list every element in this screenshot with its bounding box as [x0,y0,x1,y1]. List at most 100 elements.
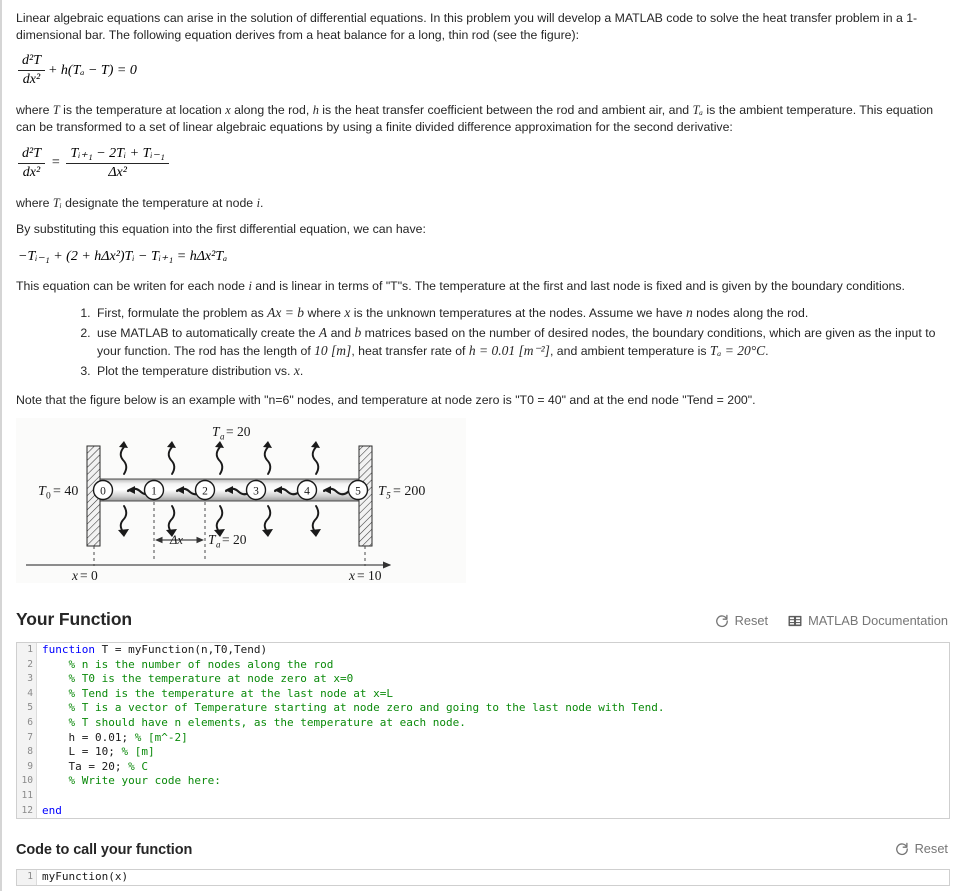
your-function-line-content[interactable]: % T0 is the temperature at node zero at … [37,672,949,687]
p2-symbol-T: T [52,103,60,117]
call-function-line-number: 1 [17,870,37,885]
your-function-code-line: 2 % n is the number of nodes along the r… [17,657,949,673]
equation-finite-difference: d²T dx² = Tᵢ₊₁ − 2Tᵢ + Tᵢ₋₁ Δx² [18,145,948,181]
your-function-code-line: 1 function T = myFunction(n,T0,Tend) [17,643,949,658]
figure-note: Note that the figure below is an example… [16,393,756,407]
your-function-line-content[interactable]: function T = myFunction(n,T0,Tend) [37,643,949,658]
your-function-line-number: 9 [17,759,37,775]
equation-2-lhs-denominator: dx² [22,164,41,180]
your-function-code-line: 3 % T0 is the temperature at node zero a… [17,672,949,687]
task-step-2-part-1: use MATLAB to automatically create the [97,326,319,340]
your-function-line-content[interactable]: % Tend is the temperature at the last no… [37,687,949,702]
equation-2-rhs-numerator: Tᵢ₊₁ − 2Tᵢ + Tᵢ₋₁ [66,145,169,164]
figure-node-1-label: 1 [151,486,157,498]
task-step-1: First, formulate the problem as Ax = b w… [94,304,948,322]
task-step-1-part-7: nodes along the rod. [692,306,809,320]
your-function-code-token: % T is a vector of Temperature starting … [68,701,665,715]
task-step-2-part-2: A [318,325,328,340]
equation-heat-balance: d²T dx² + h(Tₐ − T) = 0 [18,53,948,88]
problem-page: Linear algebraic equations can arise in … [2,0,962,886]
your-function-line-content[interactable]: end [37,804,949,819]
your-function-toolbar: Reset MATLAB Documentation [715,613,948,630]
your-function-code-token: % T should have n elements, as the tempe… [68,715,466,729]
p2-part-c: along the rod, [230,103,313,117]
call-function-title: Code to call your function [16,842,193,859]
your-function-line-number: 4 [17,686,37,702]
matlab-documentation-label: MATLAB Documentation [808,613,948,628]
task-step-1-part-1: First, formulate the problem as [97,306,268,320]
call-function-code-line: 1 myFunction(x) [17,870,949,885]
figure-label-ambient-top-value: = 20 [226,424,251,439]
task-step-2-part-10: Tₐ = 20°C [709,343,766,358]
p2-part-b: is the temperature at location [59,103,226,117]
p3-part-b: designate the temperature at node [61,196,257,210]
your-function-code-token: L = 10; [42,745,122,759]
call-function-reset-button[interactable]: Reset [895,841,948,856]
your-function-line-content[interactable]: % Write your code here: [37,774,949,789]
your-function-line-number: 3 [17,672,37,687]
your-function-code-token [42,687,69,700]
your-function-line-content[interactable]: h = 0.01; % [m^-2] [37,731,949,746]
call-function-code-token: myFunction(x) [42,870,129,884]
your-function-line-content[interactable]: L = 10; % [m] [37,745,949,760]
figure-node-2-label: 2 [202,486,208,498]
your-function-code-line: 10 % Write your code here: [17,774,949,789]
refresh-icon [715,614,729,628]
your-function-reset-button[interactable]: Reset [715,613,768,628]
your-function-code-token [42,701,69,714]
intro-paragraph-2: where T is the temperature at location x… [16,102,948,136]
figure-node-4-label: 4 [304,486,310,498]
matlab-documentation-link[interactable]: MATLAB Documentation [788,613,948,628]
call-function-line-content[interactable]: myFunction(x) [37,870,949,885]
figure-label-T0-sub: 0 [46,492,51,502]
figure-label-ambient-mid-sub: a [216,540,221,550]
your-function-code-token: T = myFunction(n,T0,Tend) [94,643,268,656]
figure-label-T5-value: = 200 [393,484,425,499]
equation-1-rest: + h(Tₐ − T) = 0 [47,62,137,78]
your-function-line-number: 7 [17,730,37,746]
p3-part-a: where [16,196,53,210]
your-function-code-rows: 1 function T = myFunction(n,T0,Tend) 2 % n… [17,643,949,819]
your-function-code-token: end [42,803,62,817]
your-function-reset-label: Reset [734,613,769,628]
figure-label-xL: x [348,568,355,583]
your-function-code-token: % Tend is the temperature at the last no… [68,686,394,700]
rod-diagram-svg: T a = 20 0 1 2 3 4 5 T 0 = 40 T 5 = 200 … [16,418,466,583]
your-function-code-line: 8 L = 10; % [m] [17,745,949,760]
your-function-line-number: 12 [17,803,37,819]
your-function-line-content[interactable]: % T is a vector of Temperature starting … [37,701,949,716]
call-function-code-editor[interactable]: 1 myFunction(x) [16,869,950,886]
intro-paragraph-4: By substituting this equation into the f… [16,222,426,236]
your-function-line-number: 10 [17,774,37,789]
task-step-1-part-3: where [304,306,345,320]
equation-node-form: −Tᵢ₋₁ + (2 + hΔx²)Tᵢ − Tᵢ₊₁ = hΔx²Tₐ [18,247,948,265]
task-step-1-part-6: n [685,305,693,320]
your-function-code-token [42,774,69,787]
your-function-code-editor[interactable]: 1 function T = myFunction(n,T0,Tend) 2 % n… [16,642,950,820]
your-function-code-token: function [42,643,95,656]
call-function-header-row: Code to call your function Reset [16,841,948,858]
your-function-code-token [42,672,69,685]
your-function-line-content[interactable] [37,789,949,804]
task-step-3: Plot the temperature distribution vs. x. [94,362,948,380]
your-function-code-token [42,716,69,729]
task-step-2-part-6: 10 [m] [314,343,352,358]
figure-node-3-label: 3 [253,486,259,498]
call-function-toolbar: Reset [895,841,948,858]
p3-part-c: . [259,196,264,210]
your-function-code-token: % T0 is the temperature at node zero at … [68,672,354,686]
task-step-3-part-1: Plot the temperature distribution vs. [97,364,294,378]
your-function-line-content[interactable]: % T should have n elements, as the tempe… [37,716,949,731]
your-function-line-content[interactable]: Ta = 20; % C [37,760,949,775]
figure-node-5-label: 5 [355,486,361,498]
task-step-2-part-7: , heat transfer rate of [351,344,469,358]
p3-symbol-Ti: Tᵢ [52,196,62,210]
your-function-code-line: 12 end [17,803,949,819]
your-function-line-content[interactable]: % n is the number of nodes along the rod [37,658,949,673]
figure-label-ambient-top-sub: a [220,432,225,442]
p2-part-a: where [16,103,53,117]
figure-label-T5-sub: 5 [386,492,391,502]
figure-label-T0-value: = 40 [53,484,78,499]
figure-label-ambient-mid-value: = 20 [222,532,247,547]
your-function-code-token: % [m^-2] [134,730,188,744]
